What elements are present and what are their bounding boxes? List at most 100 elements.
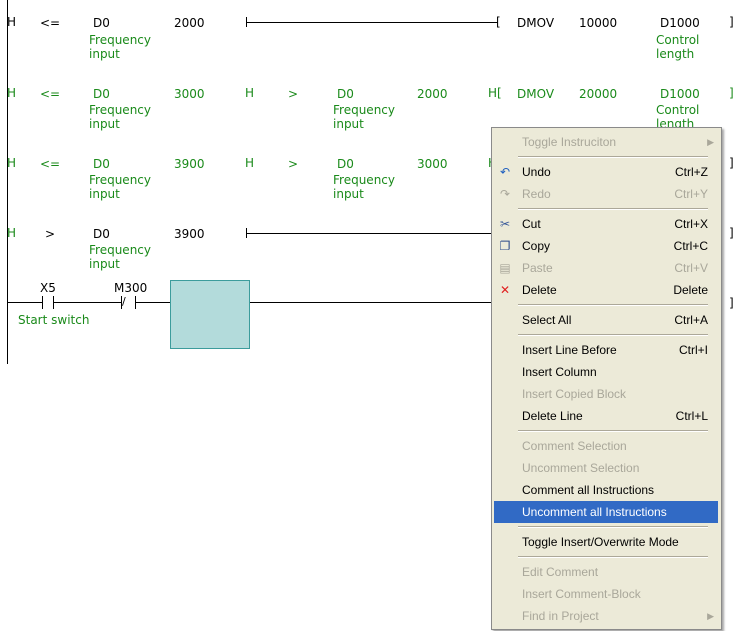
menu-item-shortcut: Ctrl+Y xyxy=(674,187,708,201)
rung-3-operand-2[interactable]: 3900 xyxy=(174,157,205,171)
rung-3-bracket-left: H xyxy=(7,156,17,170)
menu-separator xyxy=(518,156,708,158)
delete-x-icon: ✕ xyxy=(499,283,511,297)
menu-item-insert-comment-block[interactable]: Insert Comment-Block xyxy=(494,583,718,605)
menu-item-insert-copied-block[interactable]: Insert Copied Block xyxy=(494,383,718,405)
rung-5-line-c xyxy=(135,302,170,303)
menu-item-label: Find in Project xyxy=(522,609,599,623)
rung-3-block-link-1: H xyxy=(245,156,255,170)
rung-4-bracket-left: H xyxy=(7,226,17,240)
rung-5-line-d xyxy=(250,302,492,303)
rung-1-operand-1-comment-b: input xyxy=(89,47,120,61)
rung-1-operand-2[interactable]: 2000 xyxy=(174,16,205,30)
rung-2-operand-2[interactable]: 3000 xyxy=(174,87,205,101)
menu-item-label: Edit Comment xyxy=(522,565,599,579)
rung-1-operand-1-comment-a: Frequency xyxy=(89,33,151,47)
rung-3-compare-op[interactable]: <= xyxy=(40,157,60,171)
menu-item-edit-comment[interactable]: Edit Comment xyxy=(494,561,718,583)
rung-2-bracket-left: H xyxy=(7,86,17,100)
menu-item-label: Paste xyxy=(522,261,553,275)
rung-2-compare-op[interactable]: <= xyxy=(40,87,60,101)
rung-2-compare-op-2[interactable]: > xyxy=(288,87,298,101)
menu-separator xyxy=(518,304,708,306)
rung-1-destination[interactable]: D1000 xyxy=(660,16,700,30)
rung-3-operand-3[interactable]: D0 xyxy=(337,157,354,171)
menu-item-delete[interactable]: ✕ Delete Delete xyxy=(494,279,718,301)
rung-1-source[interactable]: 10000 xyxy=(579,16,617,30)
menu-item-uncomment-all-instructions[interactable]: Uncomment all Instructions xyxy=(494,501,718,523)
rung-1-instr-bracket: [ xyxy=(496,15,501,29)
menu-item-undo[interactable]: ↶ Undo Ctrl+Z xyxy=(494,161,718,183)
rung-3-operand-1-comment-b: input xyxy=(89,187,120,201)
ladder-editor[interactable]: H <= D0 Frequency input 2000 [ DMOV 1000… xyxy=(0,0,740,631)
rung-5-end-bracket: ] xyxy=(729,296,734,310)
menu-item-label: Select All xyxy=(522,313,572,327)
rung-4-operand-2[interactable]: 3900 xyxy=(174,227,205,241)
menu-item-label: Comment all Instructions xyxy=(522,483,655,497)
rung-3-end-bracket: ] xyxy=(729,156,734,170)
selected-cell-cursor[interactable] xyxy=(170,280,250,349)
menu-item-shortcut: Ctrl+A xyxy=(674,313,708,327)
rung-2-block-link-2: H[ xyxy=(488,86,502,100)
menu-item-label: Redo xyxy=(522,187,551,201)
menu-item-paste[interactable]: ▤ Paste Ctrl+V xyxy=(494,257,718,279)
menu-item-shortcut: Delete xyxy=(673,283,708,297)
menu-item-comment-all-instructions[interactable]: Comment all Instructions xyxy=(494,479,718,501)
rung-3-compare-op-2[interactable]: > xyxy=(288,157,298,171)
contact-x5-left xyxy=(42,296,43,309)
rung-1-destination-comment-b: length xyxy=(656,47,695,61)
rung-2-operand-3[interactable]: D0 xyxy=(337,87,354,101)
rung-2-source[interactable]: 20000 xyxy=(579,87,617,101)
menu-item-delete-line[interactable]: Delete Line Ctrl+L xyxy=(494,405,718,427)
menu-item-label: Toggle Insert/Overwrite Mode xyxy=(522,535,679,549)
menu-item-label: Insert Comment-Block xyxy=(522,587,641,601)
rung-2-operand-4[interactable]: 2000 xyxy=(417,87,448,101)
left-power-rail xyxy=(7,0,8,364)
contact-x5-label[interactable]: X5 xyxy=(40,281,56,295)
menu-item-label: Insert Column xyxy=(522,365,597,379)
menu-item-insert-line-before[interactable]: Insert Line Before Ctrl+I xyxy=(494,339,718,361)
rung-4-end-bracket: ] xyxy=(729,226,734,240)
contact-m300-label[interactable]: M300 xyxy=(114,281,147,295)
redo-icon: ↷ xyxy=(499,187,511,201)
menu-item-insert-column[interactable]: Insert Column xyxy=(494,361,718,383)
menu-item-select-all[interactable]: Select All Ctrl+A xyxy=(494,309,718,331)
menu-item-label: Copy xyxy=(522,239,551,253)
menu-item-copy[interactable]: ❐ Copy Ctrl+C xyxy=(494,235,718,257)
rung-2-operand-1[interactable]: D0 xyxy=(93,87,110,101)
rung-2-block-link-1: H xyxy=(245,86,255,100)
menu-separator xyxy=(518,208,708,210)
rung-2-instruction[interactable]: DMOV xyxy=(517,87,554,101)
rung-1-line xyxy=(246,22,498,23)
submenu-arrow-icon: ▶ xyxy=(707,611,714,621)
menu-item-comment-selection[interactable]: Comment Selection xyxy=(494,435,718,457)
menu-item-find-in-project[interactable]: Find in Project ▶ xyxy=(494,605,718,627)
menu-item-label: Insert Copied Block xyxy=(522,387,627,401)
paste-icon: ▤ xyxy=(499,261,511,275)
rung-1-compare-op[interactable]: <= xyxy=(40,16,60,30)
rung-2-operand-3-comment-b: input xyxy=(333,117,364,131)
menu-item-redo[interactable]: ↷ Redo Ctrl+Y xyxy=(494,183,718,205)
rung-1-bracket-left: H xyxy=(7,15,17,29)
rung-3-operand-4[interactable]: 3000 xyxy=(417,157,448,171)
menu-item-cut[interactable]: ✂ Cut Ctrl+X xyxy=(494,213,718,235)
menu-item-shortcut: Ctrl+Z xyxy=(675,165,708,179)
rung-1-instruction[interactable]: DMOV xyxy=(517,16,554,30)
rung-2-operand-1-comment-b: input xyxy=(89,117,120,131)
rung-3-operand-3-comment-b: input xyxy=(333,187,364,201)
menu-item-toggle-instruciton[interactable]: Toggle Instruciton ▶ xyxy=(494,131,718,153)
menu-item-uncomment-selection[interactable]: Uncomment Selection xyxy=(494,457,718,479)
menu-item-toggle-insert-overwrite-mode[interactable]: Toggle Insert/Overwrite Mode xyxy=(494,531,718,553)
rung-3-operand-1[interactable]: D0 xyxy=(93,157,110,171)
rung-2-end-bracket: ] xyxy=(729,86,734,100)
rung-1-destination-comment-a: Control xyxy=(656,33,700,47)
menu-separator xyxy=(518,556,708,558)
rung-1-operand-1[interactable]: D0 xyxy=(93,16,110,30)
rung-4-compare-op[interactable]: > xyxy=(45,227,55,241)
menu-item-label: Undo xyxy=(522,165,551,179)
rung-1-end-bracket: ] xyxy=(729,15,734,29)
context-menu[interactable]: Toggle Instruciton ▶ ↶ Undo Ctrl+Z ↷ Redo Ctrl+… xyxy=(491,127,722,630)
rung-4-operand-1[interactable]: D0 xyxy=(93,227,110,241)
rung-2-destination[interactable]: D1000 xyxy=(660,87,700,101)
menu-item-label: Delete xyxy=(522,283,557,297)
